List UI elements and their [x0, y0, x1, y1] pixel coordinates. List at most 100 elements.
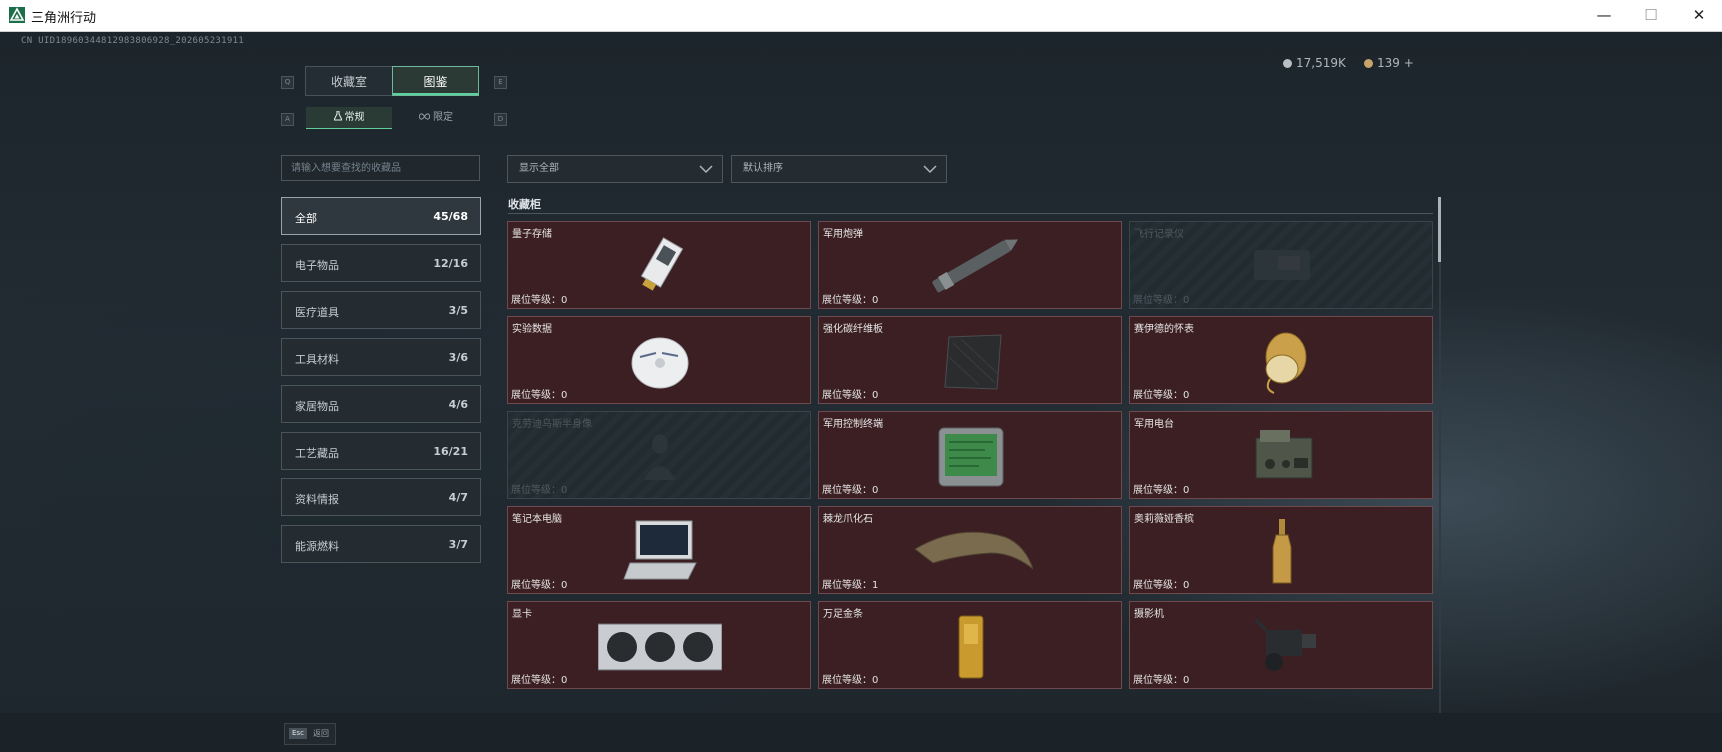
section-divider — [508, 213, 1433, 214]
key-hint-q: Q — [281, 76, 294, 89]
category-crafts[interactable]: 工艺藏品 16/21 — [281, 432, 481, 470]
booth-level: 展位等级：0 — [822, 671, 878, 686]
category-all[interactable]: 全部 45/68 — [281, 197, 481, 235]
radio-icon — [1255, 430, 1313, 479]
category-label: 能源燃料 — [295, 540, 339, 553]
flask-icon — [332, 110, 343, 121]
ssd-icon — [640, 237, 684, 291]
collection-card[interactable]: 实验数据 展位等级：0 — [507, 316, 811, 404]
display-filter-dropdown[interactable]: 显示全部 — [507, 155, 723, 183]
key-hint-e: E — [494, 76, 507, 89]
esc-key-hint: Esc — [289, 728, 307, 739]
back-label: 返回 — [313, 729, 329, 738]
disc-icon — [631, 337, 689, 389]
collection-search[interactable] — [281, 155, 480, 181]
category-count: 16/21 — [433, 445, 468, 458]
category-energy[interactable]: 能源燃料 3/7 — [281, 525, 481, 563]
booth-level: 展位等级：0 — [511, 671, 567, 686]
booth-level-value: 1 — [872, 580, 879, 591]
booth-level: 展位等级：0 — [822, 481, 878, 496]
booth-level: 展位等级：0 — [822, 386, 878, 401]
minimize-button[interactable]: — — [1581, 0, 1627, 31]
booth-level-label: 展位等级： — [1133, 675, 1183, 686]
back-button[interactable]: Esc 返回 — [284, 723, 336, 745]
booth-level-label: 展位等级： — [1133, 390, 1183, 401]
booth-level-label: 展位等级： — [1133, 485, 1183, 496]
collection-card[interactable]: 量子存储 展位等级：0 — [507, 221, 811, 309]
category-label: 家居物品 — [295, 400, 339, 413]
sort-dropdown[interactable]: 默认排序 — [731, 155, 947, 183]
booth-level: 展位等级：0 — [511, 576, 567, 591]
category-medical[interactable]: 医疗道具 3/5 — [281, 291, 481, 329]
tab-codex[interactable]: 图鉴 — [392, 66, 479, 96]
grid-scrollbar-thumb[interactable] — [1438, 197, 1441, 262]
booth-level-label: 展位等级： — [511, 675, 561, 686]
collection-card[interactable]: 强化碳纤维板 展位等级：0 — [818, 316, 1122, 404]
collection-card[interactable]: 摄影机 展位等级：0 — [1129, 601, 1433, 689]
collection-card[interactable]: 军用炮弹 展位等级：0 — [818, 221, 1122, 309]
collection-card[interactable]: 万足金条 展位等级：0 — [818, 601, 1122, 689]
booth-level: 展位等级：0 — [511, 291, 567, 306]
search-input[interactable] — [282, 156, 479, 181]
category-label: 工艺藏品 — [295, 447, 339, 460]
booth-level-label: 展位等级： — [822, 485, 872, 496]
category-label: 医疗道具 — [295, 306, 339, 319]
collection-card-locked[interactable]: 克劳迪乌斯半身像 展位等级：0 — [507, 411, 811, 499]
maximize-button[interactable]: ☐ — [1628, 0, 1674, 31]
collection-card[interactable]: 赛伊德的怀表 展位等级：0 — [1129, 316, 1433, 404]
booth-level-value: 0 — [872, 485, 879, 496]
section-title: 收藏柜 — [508, 198, 541, 211]
booth-level-value: 0 — [1183, 295, 1190, 306]
subtab-regular[interactable]: 常规 — [306, 107, 392, 129]
booth-level: 展位等级：0 — [1133, 481, 1189, 496]
currency-gold[interactable]: 139 + — [1364, 56, 1414, 70]
booth-level-value: 0 — [561, 485, 568, 496]
category-count: 12/16 — [433, 257, 468, 270]
booth-level-value: 0 — [561, 580, 568, 591]
silver-coin-icon — [1283, 59, 1292, 68]
collection-card[interactable]: 奥莉薇娅香槟 展位等级：0 — [1129, 506, 1433, 594]
collection-card[interactable]: 笔记本电脑 展位等级：0 — [507, 506, 811, 594]
category-electronics[interactable]: 电子物品 12/16 — [281, 244, 481, 282]
booth-level-label: 展位等级： — [1133, 580, 1183, 591]
sort-value: 默认排序 — [743, 163, 783, 174]
collection-card[interactable]: 军用控制终端 展位等级：0 — [818, 411, 1122, 499]
booth-level-label: 展位等级： — [822, 580, 872, 591]
currency-silver: 17,519K — [1283, 56, 1346, 70]
currency-gold-value: 139 + — [1377, 56, 1414, 70]
category-tools[interactable]: 工具材料 3/6 — [281, 338, 481, 376]
category-count: 4/7 — [448, 491, 468, 504]
category-count: 3/7 — [448, 538, 468, 551]
booth-level-label: 展位等级： — [822, 675, 872, 686]
booth-level: 展位等级：0 — [511, 481, 567, 496]
booth-level-label: 展位等级： — [822, 390, 872, 401]
booth-level-label: 展位等级： — [1133, 295, 1183, 306]
collection-card[interactable]: 显卡 展位等级：0 — [507, 601, 811, 689]
pocket-watch-icon — [1265, 332, 1307, 394]
grid-scrollbar-track[interactable] — [1439, 197, 1441, 717]
terminal-icon — [938, 427, 1004, 487]
collection-grid: 量子存储 展位等级：0 军用炮弹 展位等级：0 飞行记录仪 展位等级：0 实验数… — [506, 220, 1434, 717]
item-name: 笔记本电脑 — [512, 514, 562, 525]
category-label: 工具材料 — [295, 353, 339, 366]
item-name: 棘龙爪化石 — [823, 514, 873, 525]
item-name: 实验数据 — [512, 324, 552, 335]
booth-level: 展位等级：0 — [1133, 386, 1189, 401]
collection-card[interactable]: 棘龙爪化石 展位等级：1 — [818, 506, 1122, 594]
tab-collection-room[interactable]: 收藏室 — [305, 66, 393, 96]
subtab-regular-label: 常规 — [344, 112, 365, 123]
item-name: 奥莉薇娅香槟 — [1134, 514, 1194, 525]
infinity-icon — [419, 113, 430, 120]
player-uid: CN UID18960344812983806928_202605231911 — [21, 36, 245, 46]
category-intel[interactable]: 资料情报 4/7 — [281, 478, 481, 516]
booth-level-value: 0 — [561, 675, 568, 686]
collection-card-locked[interactable]: 飞行记录仪 展位等级：0 — [1129, 221, 1433, 309]
booth-level-value: 0 — [561, 295, 568, 306]
collection-card[interactable]: 军用电台 展位等级：0 — [1129, 411, 1433, 499]
currency-silver-value: 17,519K — [1296, 56, 1346, 70]
close-button[interactable]: ✕ — [1676, 0, 1722, 31]
subtab-limited[interactable]: 限定 — [393, 107, 479, 129]
category-household[interactable]: 家居物品 4/6 — [281, 385, 481, 423]
item-name: 显卡 — [512, 609, 532, 620]
item-name: 摄影机 — [1134, 609, 1164, 620]
